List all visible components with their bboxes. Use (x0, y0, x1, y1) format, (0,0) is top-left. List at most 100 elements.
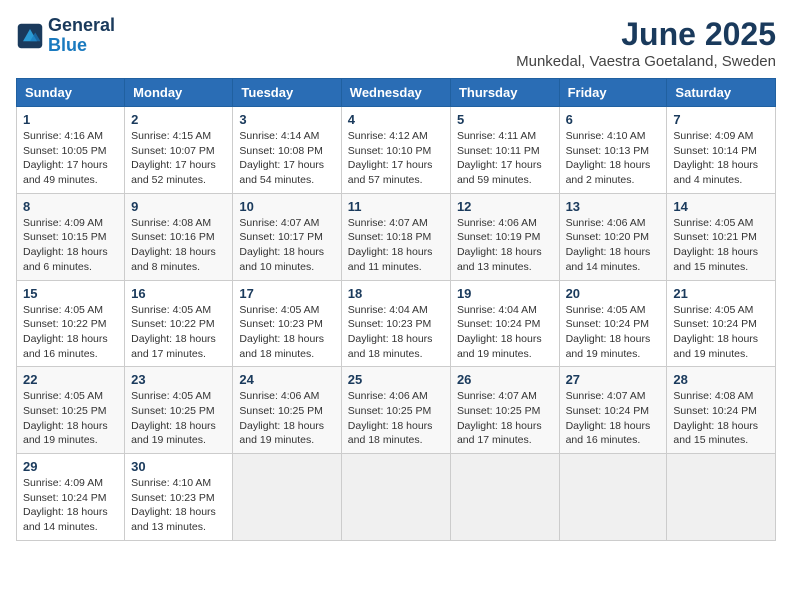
day-number: 7 (673, 112, 769, 127)
day-info: Sunrise: 4:12 AMSunset: 10:10 PMDaylight… (348, 129, 444, 188)
day-number: 3 (239, 112, 334, 127)
weekday-header: Sunday (17, 79, 125, 107)
day-number: 9 (131, 199, 226, 214)
calendar-cell (341, 454, 450, 541)
day-info: Sunrise: 4:10 AMSunset: 10:13 PMDaylight… (566, 129, 661, 188)
calendar-cell: 13 Sunrise: 4:06 AMSunset: 10:20 PMDaylig… (559, 193, 667, 280)
calendar-cell: 24Sunrise: 4:06 AMSunset: 10:25 PMDaylig… (233, 367, 341, 454)
day-info: Sunrise: 4:09 AMSunset: 10:14 PMDaylight… (673, 129, 769, 188)
calendar-cell: 11 Sunrise: 4:07 AMSunset: 10:18 PMDaylig… (341, 193, 450, 280)
day-number: 4 (348, 112, 444, 127)
logo-text: General Blue (48, 16, 115, 56)
weekday-header: Wednesday (341, 79, 450, 107)
day-number: 19 (457, 286, 553, 301)
logo-line2: Blue (48, 36, 115, 56)
day-number: 26 (457, 372, 553, 387)
day-number: 14 (673, 199, 769, 214)
day-number: 16 (131, 286, 226, 301)
day-number: 30 (131, 459, 226, 474)
day-info: Sunrise: 4:08 AMSunset: 10:24 PMDaylight… (673, 389, 769, 448)
day-number: 23 (131, 372, 226, 387)
day-info: Sunrise: 4:05 AMSunset: 10:22 PMDaylight… (23, 303, 118, 362)
calendar-cell: 7 Sunrise: 4:09 AMSunset: 10:14 PMDayligh… (667, 107, 776, 194)
day-number: 8 (23, 199, 118, 214)
day-info: Sunrise: 4:11 AMSunset: 10:11 PMDaylight… (457, 129, 553, 188)
day-number: 10 (239, 199, 334, 214)
day-info: Sunrise: 4:05 AMSunset: 10:24 PMDaylight… (673, 303, 769, 362)
day-info: Sunrise: 4:06 AMSunset: 10:25 PMDaylight… (348, 389, 444, 448)
calendar-cell: 1 Sunrise: 4:16 AMSunset: 10:05 PMDayligh… (17, 107, 125, 194)
day-number: 28 (673, 372, 769, 387)
day-info: Sunrise: 4:04 AMSunset: 10:23 PMDaylight… (348, 303, 444, 362)
calendar-cell: 4 Sunrise: 4:12 AMSunset: 10:10 PMDayligh… (341, 107, 450, 194)
calendar-cell: 22Sunrise: 4:05 AMSunset: 10:25 PMDaylig… (17, 367, 125, 454)
day-info: Sunrise: 4:09 AMSunset: 10:24 PMDaylight… (23, 476, 118, 535)
logo-line1: General (48, 16, 115, 36)
day-info: Sunrise: 4:07 AMSunset: 10:17 PMDaylight… (239, 216, 334, 275)
location-title: Munkedal, Vaestra Goetaland, Sweden (516, 53, 776, 70)
day-number: 15 (23, 286, 118, 301)
calendar-cell: 19Sunrise: 4:04 AMSunset: 10:24 PMDaylig… (450, 280, 559, 367)
calendar-cell: 20Sunrise: 4:05 AMSunset: 10:24 PMDaylig… (559, 280, 667, 367)
day-info: Sunrise: 4:07 AMSunset: 10:18 PMDaylight… (348, 216, 444, 275)
calendar-cell: 26 Sunrise: 4:07 AMSunset: 10:25 PMDaylig… (450, 367, 559, 454)
day-info: Sunrise: 4:05 AMSunset: 10:25 PMDaylight… (131, 389, 226, 448)
calendar-cell: 10 Sunrise: 4:07 AMSunset: 10:17 PMDaylig… (233, 193, 341, 280)
day-info: Sunrise: 4:09 AMSunset: 10:15 PMDaylight… (23, 216, 118, 275)
calendar-cell: 29Sunrise: 4:09 AMSunset: 10:24 PMDaylig… (17, 454, 125, 541)
day-info: Sunrise: 4:05 AMSunset: 10:22 PMDaylight… (131, 303, 226, 362)
calendar-cell (450, 454, 559, 541)
calendar-week-row: 29Sunrise: 4:09 AMSunset: 10:24 PMDaylig… (17, 454, 776, 541)
day-number: 25 (348, 372, 444, 387)
day-info: Sunrise: 4:05 AMSunset: 10:21 PMDaylight… (673, 216, 769, 275)
calendar-cell: 16 Sunrise: 4:05 AMSunset: 10:22 PMDaylig… (125, 280, 233, 367)
logo-icon (16, 22, 44, 50)
calendar: SundayMondayTuesdayWednesdayThursdayFrid… (16, 78, 776, 541)
day-number: 27 (566, 372, 661, 387)
calendar-cell: 18 Sunrise: 4:04 AMSunset: 10:23 PMDaylig… (341, 280, 450, 367)
calendar-cell: 5 Sunrise: 4:11 AMSunset: 10:11 PMDayligh… (450, 107, 559, 194)
calendar-week-row: 1 Sunrise: 4:16 AMSunset: 10:05 PMDayligh… (17, 107, 776, 194)
weekday-header: Thursday (450, 79, 559, 107)
day-info: Sunrise: 4:08 AMSunset: 10:16 PMDaylight… (131, 216, 226, 275)
day-info: Sunrise: 4:06 AMSunset: 10:20 PMDaylight… (566, 216, 661, 275)
calendar-cell: 25 Sunrise: 4:06 AMSunset: 10:25 PMDaylig… (341, 367, 450, 454)
calendar-cell: 27 Sunrise: 4:07 AMSunset: 10:24 PMDaylig… (559, 367, 667, 454)
day-info: Sunrise: 4:10 AMSunset: 10:23 PMDaylight… (131, 476, 226, 535)
calendar-week-row: 22 Sunrise: 4:05 AMSunset: 10:25 PMDaylig… (17, 367, 776, 454)
day-number: 12 (457, 199, 553, 214)
calendar-cell: 9 Sunrise: 4:08 AMSunset: 10:16 PMDayligh… (125, 193, 233, 280)
logo: General Blue (16, 16, 115, 56)
day-number: 2 (131, 112, 226, 127)
day-number: 13 (566, 199, 661, 214)
calendar-cell: 15 Sunrise: 4:05 AMSunset: 10:22 PMDaylig… (17, 280, 125, 367)
calendar-week-row: 15 Sunrise: 4:05 AMSunset: 10:22 PMDaylig… (17, 280, 776, 367)
weekday-header: Friday (559, 79, 667, 107)
day-number: 22 (23, 372, 118, 387)
header: General Blue June 2025 Munkedal, Vaestra… (16, 16, 776, 70)
day-number: 20 (566, 286, 661, 301)
day-number: 6 (566, 112, 661, 127)
day-number: 5 (457, 112, 553, 127)
calendar-cell: 8 Sunrise: 4:09 AMSunset: 10:15 PMDayligh… (17, 193, 125, 280)
calendar-cell: 12 Sunrise: 4:06 AMSunset: 10:19 PMDaylig… (450, 193, 559, 280)
calendar-header-row: SundayMondayTuesdayWednesdayThursdayFrid… (17, 79, 776, 107)
day-info: Sunrise: 4:05 AMSunset: 10:23 PMDaylight… (239, 303, 334, 362)
day-info: Sunrise: 4:15 AMSunset: 10:07 PMDaylight… (131, 129, 226, 188)
calendar-cell (559, 454, 667, 541)
day-number: 18 (348, 286, 444, 301)
day-info: Sunrise: 4:16 AMSunset: 10:05 PMDaylight… (23, 129, 118, 188)
calendar-cell: 6 Sunrise: 4:10 AMSunset: 10:13 PMDayligh… (559, 107, 667, 194)
calendar-week-row: 8 Sunrise: 4:09 AMSunset: 10:15 PMDayligh… (17, 193, 776, 280)
day-info: Sunrise: 4:07 AMSunset: 10:24 PMDaylight… (566, 389, 661, 448)
day-info: Sunrise: 4:06 AMSunset: 10:19 PMDaylight… (457, 216, 553, 275)
day-info: Sunrise: 4:14 AMSunset: 10:08 PMDaylight… (239, 129, 334, 188)
day-number: 21 (673, 286, 769, 301)
day-info: Sunrise: 4:07 AMSunset: 10:25 PMDaylight… (457, 389, 553, 448)
calendar-cell: 30 Sunrise: 4:10 AMSunset: 10:23 PMDaylig… (125, 454, 233, 541)
calendar-cell: 14 Sunrise: 4:05 AMSunset: 10:21 PMDaylig… (667, 193, 776, 280)
calendar-cell: 17Sunrise: 4:05 AMSunset: 10:23 PMDaylig… (233, 280, 341, 367)
day-number: 11 (348, 199, 444, 214)
day-number: 1 (23, 112, 118, 127)
calendar-cell: 21 Sunrise: 4:05 AMSunset: 10:24 PMDaylig… (667, 280, 776, 367)
